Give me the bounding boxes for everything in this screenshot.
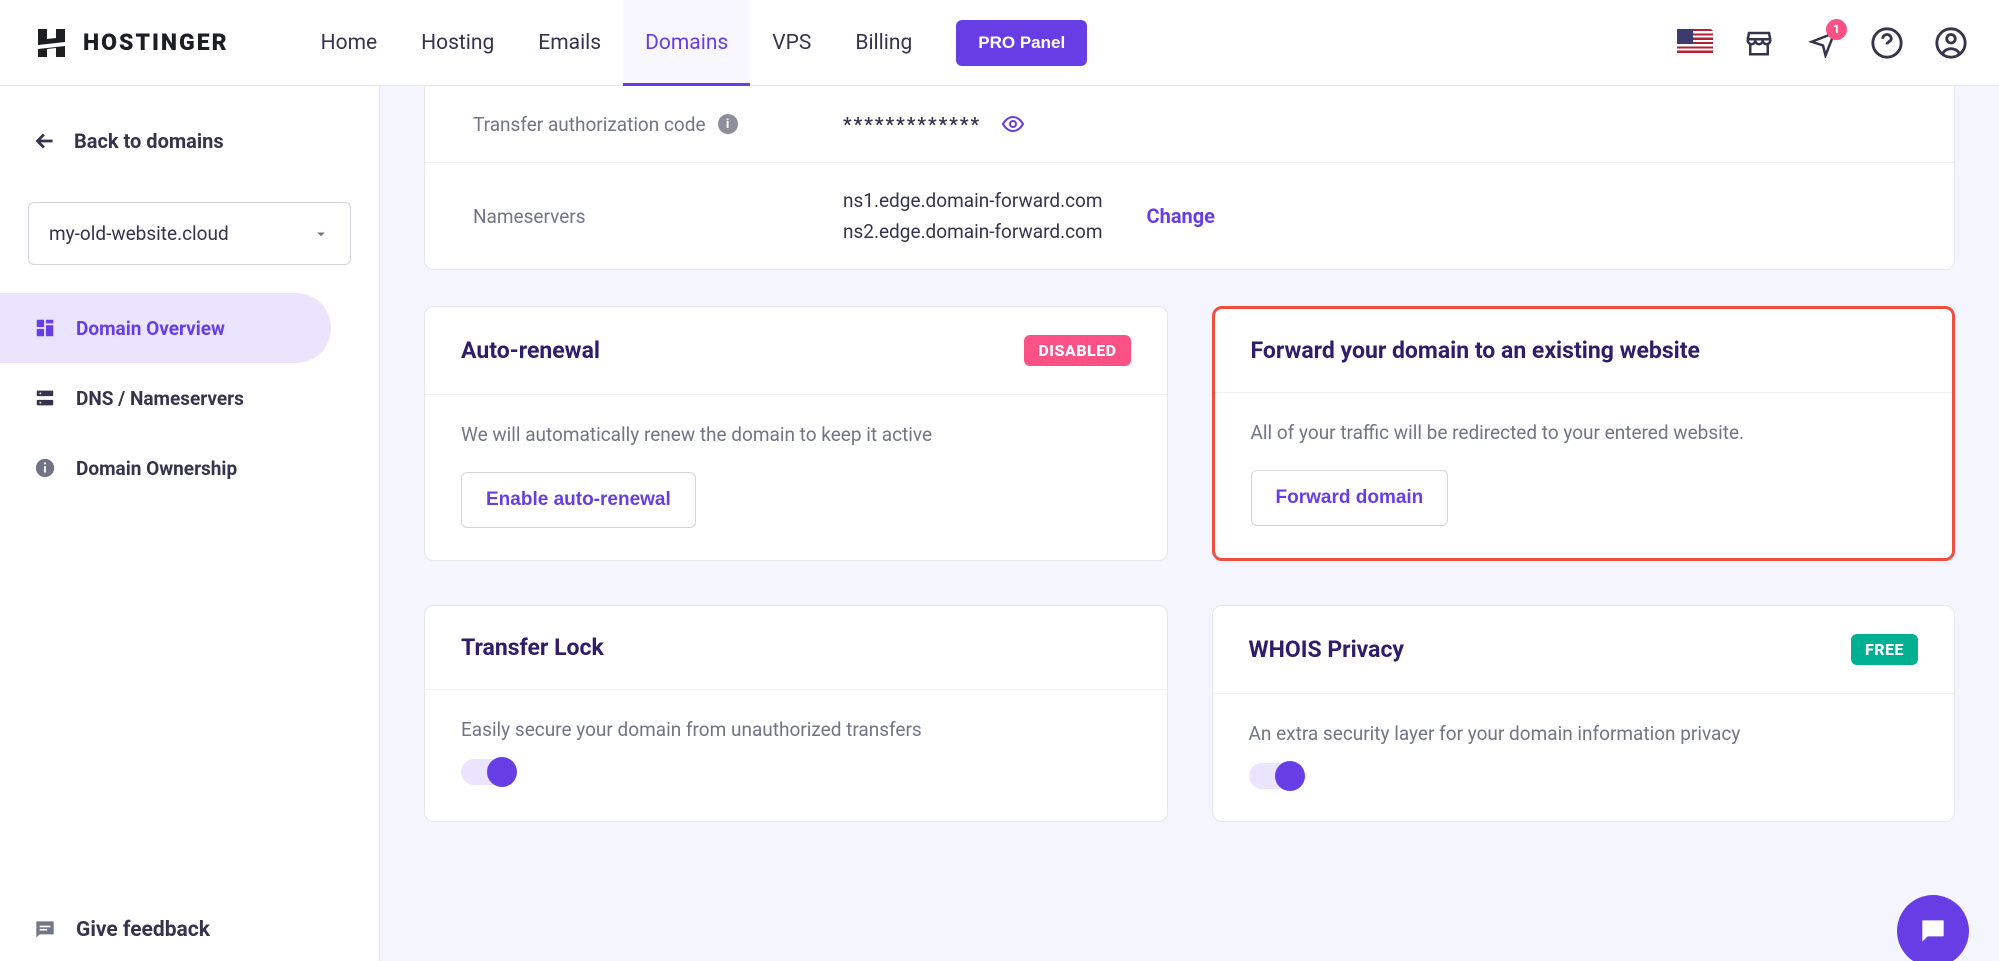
store-icon[interactable]: [1741, 25, 1777, 61]
card-description: An extra security layer for your domain …: [1249, 722, 1919, 745]
arrow-left-icon: [32, 128, 58, 154]
nameservers-row: Nameservers ns1.edge.domain-forward.com …: [425, 162, 1954, 269]
info-tooltip-icon[interactable]: i: [718, 114, 738, 134]
main-layout: Back to domains my-old-website.cloud Dom…: [0, 86, 1999, 961]
card-title: Transfer Lock: [461, 634, 604, 661]
nameservers-value: ns1.edge.domain-forward.com ns2.edge.dom…: [843, 189, 1215, 243]
header-actions: 1: [1677, 25, 1969, 61]
nav-vps[interactable]: VPS: [750, 0, 833, 85]
chat-icon: [32, 917, 58, 943]
flag-us-icon: [1677, 29, 1713, 56]
chat-fab-button[interactable]: [1897, 895, 1969, 961]
card-header: Auto-renewal DISABLED: [425, 307, 1167, 395]
whois-privacy-card: WHOIS Privacy FREE An extra security lay…: [1212, 605, 1956, 822]
chevron-down-icon: [312, 225, 330, 243]
nav-billing[interactable]: Billing: [833, 0, 934, 85]
notifications-icon[interactable]: 1: [1805, 25, 1841, 61]
nameservers-list: ns1.edge.domain-forward.com ns2.edge.dom…: [843, 189, 1103, 243]
sidebar-item-ownership[interactable]: Domain Ownership: [0, 433, 331, 503]
chat-bubble-icon: [1917, 915, 1949, 947]
sidebar-item-dns[interactable]: DNS / Nameservers: [0, 363, 331, 433]
account-icon[interactable]: [1933, 25, 1969, 61]
nav-home[interactable]: Home: [299, 0, 400, 85]
sidebar-item-overview[interactable]: Domain Overview: [0, 293, 331, 363]
card-description: We will automatically renew the domain t…: [461, 423, 1131, 446]
feedback-label: Give feedback: [76, 918, 210, 942]
brand-name: HOSTINGER: [83, 29, 229, 56]
selected-domain: my-old-website.cloud: [49, 222, 229, 245]
hostinger-logo-icon: [34, 25, 70, 61]
auth-code-value-wrap: *************: [843, 112, 1025, 136]
pro-panel-button[interactable]: PRO Panel: [956, 20, 1087, 66]
card-header: WHOIS Privacy FREE: [1213, 606, 1955, 694]
change-nameservers-link[interactable]: Change: [1147, 204, 1215, 228]
nav-hosting[interactable]: Hosting: [399, 0, 516, 85]
card-header: Transfer Lock: [425, 606, 1167, 690]
dashboard-icon: [32, 315, 58, 341]
card-title: Auto-renewal: [461, 337, 600, 364]
disabled-badge: DISABLED: [1024, 335, 1130, 366]
auth-code-value: *************: [843, 113, 981, 136]
card-description: Easily secure your domain from unauthori…: [461, 718, 1131, 741]
card-body: Easily secure your domain from unauthori…: [425, 690, 1167, 817]
forward-domain-button[interactable]: Forward domain: [1251, 470, 1449, 526]
whois-privacy-toggle[interactable]: [1249, 763, 1303, 789]
help-icon[interactable]: [1869, 25, 1905, 61]
sidebar-item-label: Domain Ownership: [76, 457, 237, 480]
brand-logo[interactable]: HOSTINGER: [34, 25, 229, 61]
sidebar-item-label: Domain Overview: [76, 317, 225, 340]
nameserver-1: ns1.edge.domain-forward.com: [843, 189, 1103, 212]
card-body: We will automatically renew the domain t…: [425, 395, 1167, 560]
transfer-lock-card: Transfer Lock Easily secure your domain …: [424, 605, 1168, 822]
nav-domains[interactable]: Domains: [623, 0, 750, 85]
sidebar: Back to domains my-old-website.cloud Dom…: [0, 86, 380, 961]
nav-emails[interactable]: Emails: [516, 0, 623, 85]
auto-renewal-card: Auto-renewal DISABLED We will automatica…: [424, 306, 1168, 561]
free-badge: FREE: [1851, 634, 1918, 665]
cards-grid: Auto-renewal DISABLED We will automatica…: [424, 306, 1955, 822]
card-title: WHOIS Privacy: [1249, 636, 1405, 663]
card-header: Forward your domain to an existing websi…: [1215, 309, 1953, 393]
main-header: HOSTINGER Home Hosting Emails Domains VP…: [0, 0, 1999, 86]
forward-domain-card: Forward your domain to an existing websi…: [1212, 306, 1956, 561]
card-body: All of your traffic will be redirected t…: [1215, 393, 1953, 558]
server-icon: [32, 385, 58, 411]
back-label: Back to domains: [74, 129, 224, 153]
card-title: Forward your domain to an existing websi…: [1251, 337, 1700, 364]
eye-icon[interactable]: [1001, 112, 1025, 136]
nameserver-2: ns2.edge.domain-forward.com: [843, 220, 1103, 243]
main-content: Transfer authorization code i **********…: [380, 86, 1999, 961]
card-description: All of your traffic will be redirected t…: [1251, 421, 1917, 444]
enable-auto-renewal-button[interactable]: Enable auto-renewal: [461, 472, 696, 528]
domain-details-card: Transfer authorization code i **********…: [424, 86, 1955, 270]
sidebar-item-label: DNS / Nameservers: [76, 387, 244, 410]
auth-code-label: Transfer authorization code i: [473, 113, 843, 136]
transfer-lock-toggle[interactable]: [461, 759, 515, 785]
info-icon: [32, 455, 58, 481]
nameservers-label: Nameservers: [473, 205, 843, 228]
toggle-knob: [487, 757, 517, 787]
domain-selector[interactable]: my-old-website.cloud: [28, 202, 351, 265]
toggle-knob: [1275, 761, 1305, 791]
give-feedback-link[interactable]: Give feedback: [0, 899, 379, 961]
auth-code-row: Transfer authorization code i **********…: [425, 86, 1954, 162]
notification-badge: 1: [1826, 19, 1847, 40]
auth-code-label-text: Transfer authorization code: [473, 113, 706, 136]
back-to-domains-link[interactable]: Back to domains: [0, 106, 379, 184]
language-selector[interactable]: [1677, 25, 1713, 61]
main-nav: Home Hosting Emails Domains VPS Billing …: [299, 0, 1088, 85]
card-body: An extra security layer for your domain …: [1213, 694, 1955, 821]
